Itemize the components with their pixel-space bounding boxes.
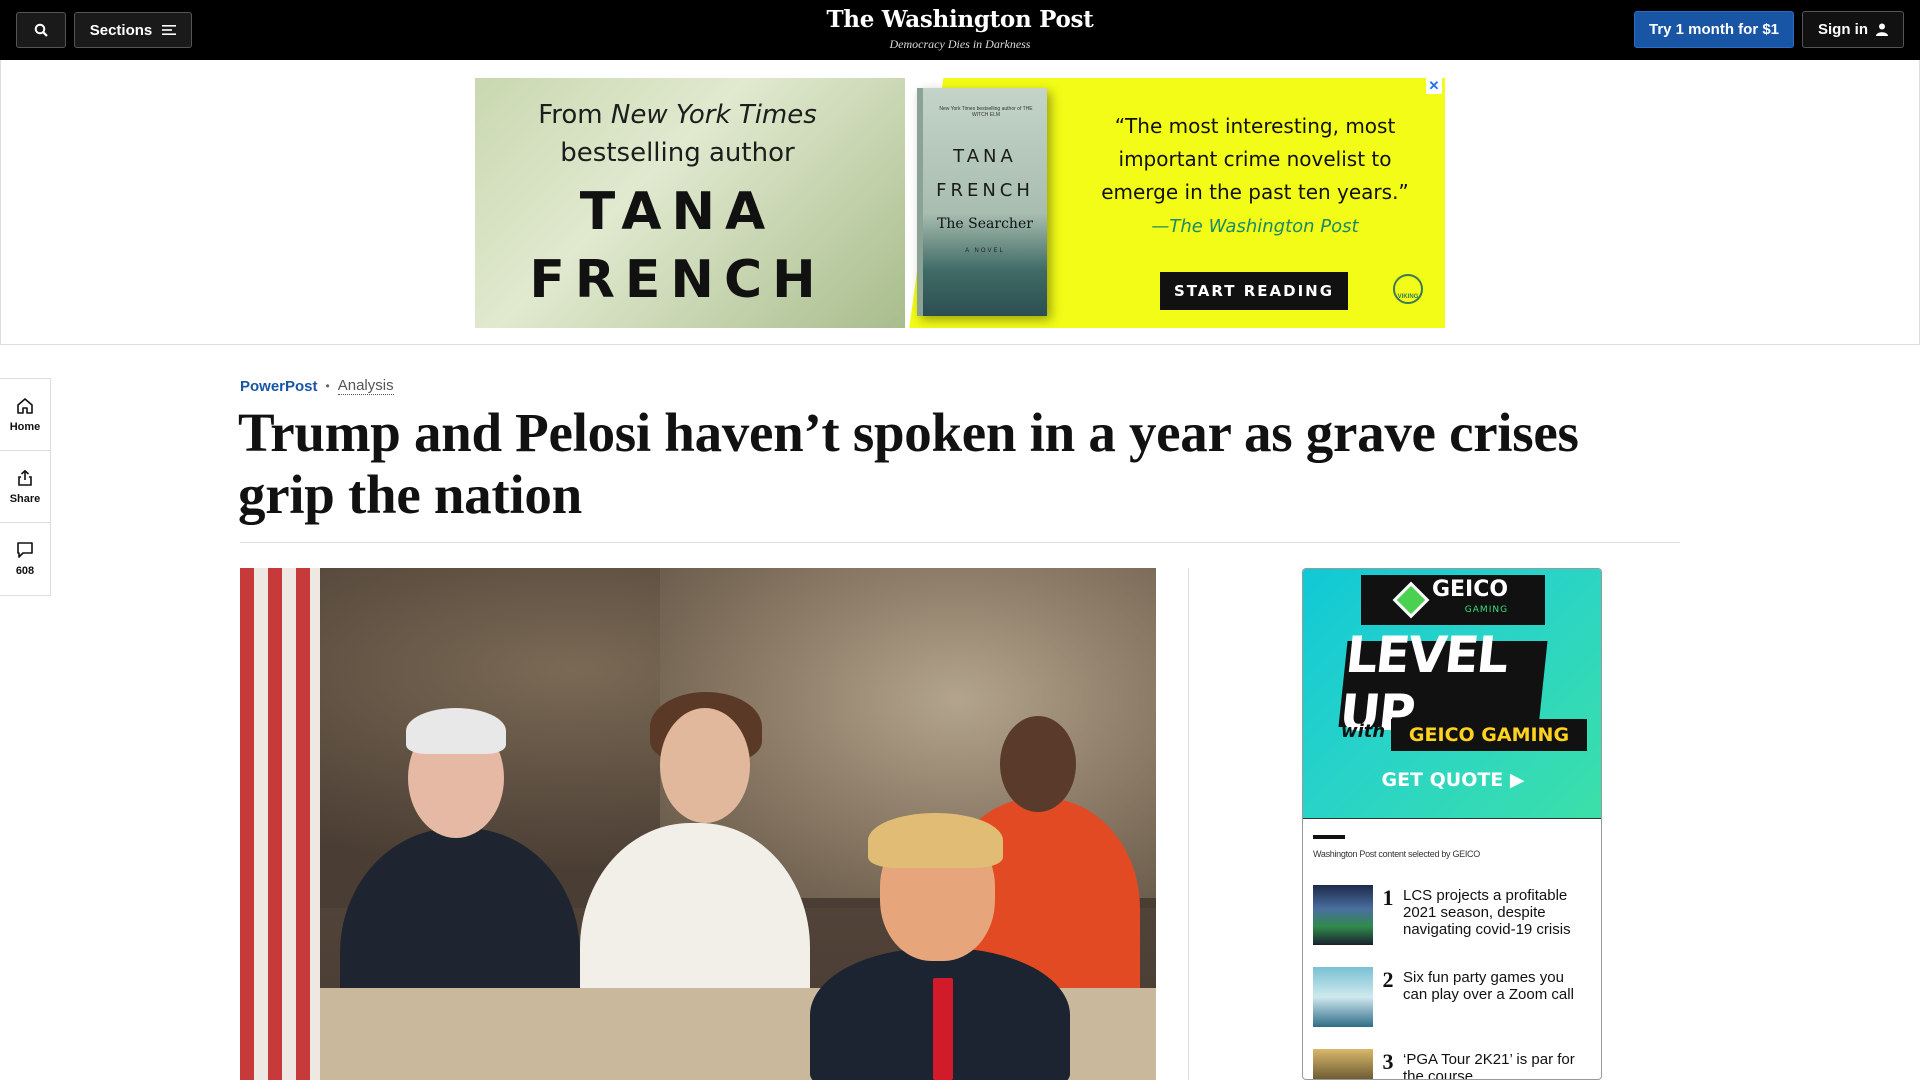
site-logo[interactable]: The Washington Post: [760, 6, 1160, 33]
level-up-headline: LEVEL UP: [1337, 626, 1548, 742]
geico-wordmark: GEICO GAMING: [1431, 577, 1509, 620]
sponsored-item[interactable]: 3 ‘PGA Tour 2K21’ is par for the course: [1313, 1049, 1593, 1079]
sponsored-item-title[interactable]: ‘PGA Tour 2K21’ is par for the course: [1403, 1049, 1583, 1079]
analysis-label[interactable]: Analysis: [337, 377, 394, 395]
book-cover-image: New York Times bestselling author of THE…: [917, 88, 1047, 316]
geico-logo: GEICO GAMING: [1361, 575, 1545, 625]
sponsored-item-thumbnail: [1313, 967, 1373, 1027]
banner-ad[interactable]: From New York Times bestselling author T…: [475, 78, 1445, 328]
sponsored-item-number: 1: [1382, 885, 1394, 910]
headline-divider: [240, 542, 1680, 543]
share-icon: [18, 469, 32, 486]
ad-bestselling-text: bestselling author: [560, 138, 795, 168]
article-kicker: PowerPost • Analysis: [240, 377, 394, 395]
rail-home-label: Home: [9, 420, 41, 433]
search-button[interactable]: [16, 12, 66, 48]
sponsored-item-title[interactable]: LCS projects a profitable 2021 season, d…: [1403, 885, 1583, 945]
get-quote-button[interactable]: GET QUOTE ▶: [1303, 769, 1601, 791]
sections-label: Sections: [89, 21, 153, 39]
rail-comments-count: 608: [15, 565, 35, 577]
subscribe-button[interactable]: Try 1 month for $1: [1634, 11, 1794, 48]
home-icon: [17, 397, 33, 414]
kicker-separator: •: [325, 379, 330, 393]
ad-author-name: TANA FRENCH: [475, 178, 880, 314]
user-icon: [1876, 23, 1888, 36]
sponsored-item[interactable]: 2 Six fun party games you can play over …: [1313, 967, 1593, 1027]
viking-logo: VIKING: [1393, 274, 1423, 304]
ad-author-last: FRENCH: [529, 250, 826, 310]
sponsored-item-thumbnail: [1313, 1049, 1373, 1079]
rail-comments-button[interactable]: 608: [0, 523, 50, 595]
hero-figure-front-hair: [868, 813, 1003, 868]
sign-in-label: Sign in: [1818, 21, 1868, 38]
geico-ad-creative[interactable]: GEICO GAMING LEVEL UP with GEICO GAMING …: [1303, 569, 1601, 819]
hero-figure-front-tie: [933, 978, 953, 1080]
article-hero-image[interactable]: [240, 568, 1156, 1080]
hero-flag: [240, 568, 320, 1080]
hero-figure-left-hair: [406, 708, 506, 754]
ad-quote: “The most interesting, most important cr…: [1101, 114, 1409, 204]
geico-brand: GEICO: [1431, 577, 1509, 602]
ad-nyt-text: New York Times: [610, 100, 817, 130]
ad-promo-text: From New York Times bestselling author: [475, 96, 880, 172]
section-link[interactable]: PowerPost: [240, 378, 318, 395]
column-divider: [1188, 568, 1189, 1080]
ad-from-text: From: [538, 100, 611, 130]
sponsored-item-thumbnail: [1313, 885, 1373, 945]
sponsored-item-number: 3: [1382, 1049, 1394, 1074]
rail-home-button[interactable]: Home: [0, 379, 50, 451]
book-blurb: New York Times bestselling author of THE…: [939, 106, 1033, 118]
masthead[interactable]: The Washington Post Democracy Dies in Da…: [760, 6, 1160, 52]
ad-quote-attribution: —The Washington Post: [1151, 216, 1359, 237]
book-novel-label: A NOVEL: [965, 248, 1005, 254]
search-icon: [34, 23, 48, 37]
book-author-last: FRENCH: [936, 180, 1034, 201]
ad-author-first: TANA: [579, 182, 776, 242]
comment-icon: [17, 542, 33, 558]
sponsored-note: Washington Post content selected by GEIC…: [1313, 849, 1480, 859]
ad-accent-bar: [1313, 835, 1345, 839]
hero-figure-clerk-head: [1000, 716, 1076, 812]
site-tagline: Democracy Dies in Darkness: [889, 37, 1031, 51]
ad-close-icon[interactable]: ✕: [1426, 78, 1442, 94]
geico-with-text: with: [1341, 721, 1386, 742]
book-author: TANA FRENCH: [923, 140, 1047, 208]
geico-diamond-icon: [1392, 581, 1430, 619]
rail-share-label: Share: [9, 492, 41, 505]
menu-icon: [162, 25, 177, 35]
sponsored-item-title[interactable]: Six fun party games you can play over a …: [1403, 967, 1583, 1027]
rail-share-button[interactable]: Share: [0, 451, 50, 523]
top-nav: Sections The Washington Post Democracy D…: [0, 0, 1920, 60]
sections-button[interactable]: Sections: [74, 12, 192, 48]
sponsored-item[interactable]: 1 LCS projects a profitable 2021 season,…: [1313, 885, 1593, 945]
geico-brand-sub: GAMING: [1464, 605, 1509, 615]
article-left-rail: Home Share 608: [0, 378, 51, 596]
geico-gaming-label: GEICO GAMING: [1391, 719, 1587, 751]
article-headline: Trump and Pelosi haven’t spoken in a yea…: [238, 402, 1579, 525]
start-reading-button[interactable]: START READING: [1160, 272, 1348, 310]
side-ad[interactable]: GEICO GAMING LEVEL UP with GEICO GAMING …: [1302, 568, 1602, 1080]
hero-figure-center-head: [660, 708, 750, 823]
sponsored-item-number: 2: [1382, 967, 1394, 992]
sign-in-button[interactable]: Sign in: [1802, 11, 1904, 48]
book-title: The Searcher: [937, 216, 1033, 232]
book-author-first: TANA: [953, 146, 1017, 167]
